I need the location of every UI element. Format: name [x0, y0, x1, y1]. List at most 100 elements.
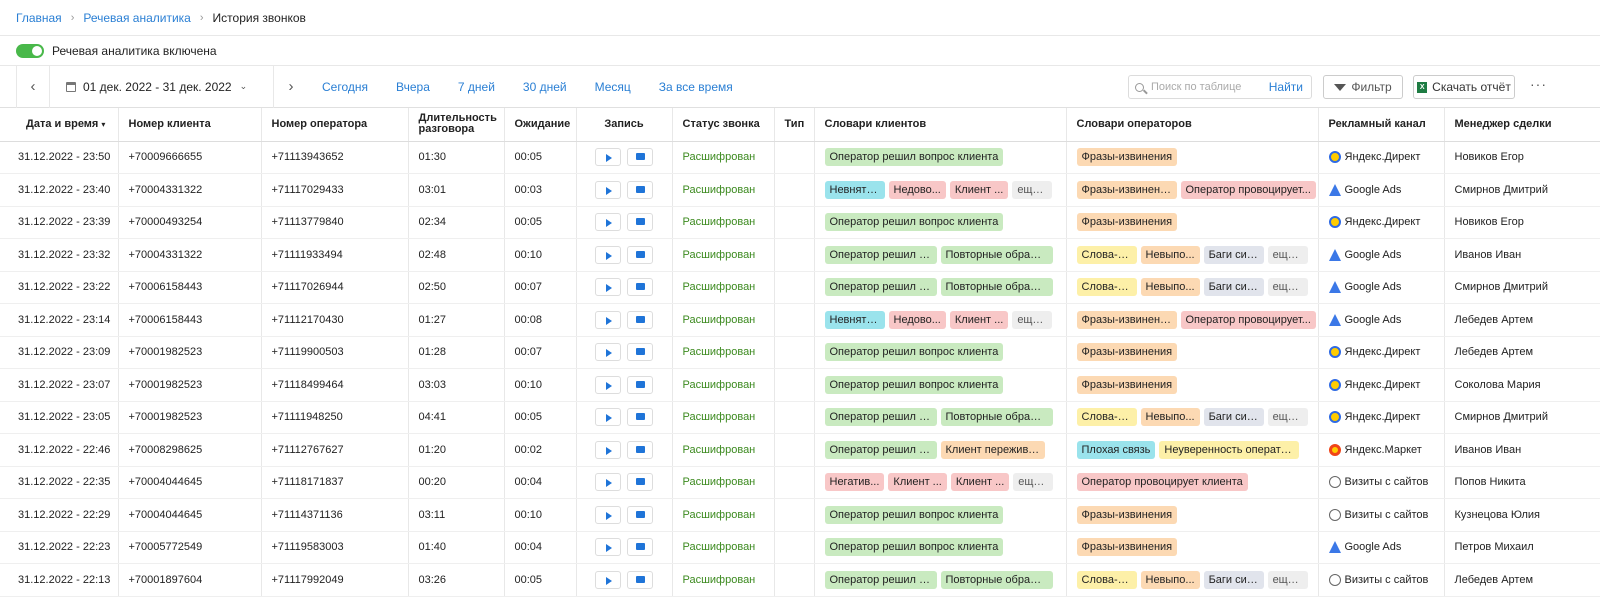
table-row[interactable]: 31.12.2022 - 23:14 +70006158443 +711121704…	[0, 303, 1600, 337]
transcript-icon[interactable]	[627, 180, 653, 199]
more-tags-badge[interactable]: еще 2	[1012, 180, 1053, 199]
search-input[interactable]: Поиск по таблице	[1151, 81, 1269, 93]
table-row[interactable]: 31.12.2022 - 23:39 +70000493254 +711137798…	[0, 206, 1600, 239]
client-tag[interactable]: Недово...	[888, 310, 946, 329]
client-tag[interactable]: Клиент переживает	[940, 440, 1045, 459]
breadcrumb-section-link[interactable]: Речевая аналитика	[83, 11, 191, 25]
client-tag[interactable]: Повторные обраще...	[940, 278, 1053, 297]
table-row[interactable]: 31.12.2022 - 22:46 +70008298625 +711127676…	[0, 433, 1600, 467]
client-tag[interactable]: Клиент ...	[949, 180, 1009, 199]
column-header-datetime[interactable]: Дата и время ▾	[0, 108, 119, 142]
prev-period-button[interactable]: ‹	[16, 65, 50, 108]
transcript-icon[interactable]	[627, 213, 653, 232]
client-tag[interactable]: Оператор решил вопрос клиента	[824, 213, 1004, 232]
client-tag[interactable]: Оператор решил вопрос клиента	[824, 375, 1004, 394]
transcript-icon[interactable]	[627, 538, 653, 557]
filter-button[interactable]: Фильтр	[1323, 75, 1403, 99]
operator-tag[interactable]: Слова-п...	[1076, 245, 1137, 264]
operator-tag[interactable]: Фразы-извинения	[1076, 538, 1178, 557]
transcript-icon[interactable]	[627, 505, 653, 524]
client-tag[interactable]: Оператор решил во...	[824, 278, 937, 297]
table-row[interactable]: 31.12.2022 - 23:40 +70004331322 +711170294…	[0, 173, 1600, 207]
client-tag[interactable]: Повторные обраще...	[940, 245, 1053, 264]
table-row[interactable]: 31.12.2022 - 23:07 +70001982523 +711184994…	[0, 368, 1600, 402]
play-icon[interactable]	[595, 440, 621, 459]
period-all-time[interactable]: За все время	[659, 80, 733, 94]
operator-tag[interactable]: Слова-п...	[1076, 278, 1137, 297]
operator-tag[interactable]: Невыпо...	[1140, 570, 1200, 589]
breadcrumb-home-link[interactable]: Главная	[16, 11, 62, 25]
operator-tag[interactable]: Фразы-извинения	[1076, 505, 1178, 524]
operator-tag[interactable]: Баги сис...	[1203, 278, 1264, 297]
play-icon[interactable]	[595, 570, 621, 589]
play-icon[interactable]	[595, 343, 621, 362]
client-tag[interactable]: Невнятн...	[824, 310, 885, 329]
column-header-type[interactable]: Тип	[774, 108, 815, 142]
operator-tag[interactable]: Фразы-извинения	[1076, 180, 1177, 199]
date-range-picker[interactable]: 01 дек. 2022 - 31 дек. 2022 ⌄	[50, 65, 274, 108]
client-tag[interactable]: Оператор решил вопрос клиента	[824, 343, 1004, 362]
operator-tag[interactable]: Неуверенность оператора	[1159, 440, 1300, 459]
more-tags-badge[interactable]: еще 2	[1267, 570, 1308, 589]
table-row[interactable]: 31.12.2022 - 23:09 +70001982523 +711199005…	[0, 336, 1600, 369]
operator-tag[interactable]: Баги сис...	[1203, 245, 1264, 264]
transcript-icon[interactable]	[627, 440, 653, 459]
transcript-icon[interactable]	[627, 245, 653, 264]
search-button[interactable]: Найти	[1269, 80, 1303, 94]
operator-tag[interactable]: Фразы-извинения	[1076, 375, 1178, 394]
transcript-icon[interactable]	[627, 278, 653, 297]
client-tag[interactable]: Оператор решил во...	[824, 570, 937, 589]
period-30-days[interactable]: 30 дней	[523, 80, 567, 94]
table-row[interactable]: 31.12.2022 - 22:13 +70001897604 +711179920…	[0, 563, 1600, 597]
more-tags-badge[interactable]: еще 2	[1267, 245, 1308, 264]
table-row[interactable]: 31.12.2022 - 23:22 +70006158443 +711170269…	[0, 271, 1600, 304]
operator-tag[interactable]: Слова-п...	[1076, 408, 1137, 427]
client-tag[interactable]: Оператор решил вопрос клиента	[824, 538, 1004, 557]
column-header-client-dictionaries[interactable]: Словари клиентов	[814, 108, 1067, 142]
play-icon[interactable]	[595, 278, 621, 297]
operator-tag[interactable]: Фразы-извинения	[1076, 213, 1178, 232]
analytics-toggle-switch[interactable]	[16, 43, 44, 58]
play-icon[interactable]	[595, 213, 621, 232]
period-month[interactable]: Месяц	[595, 80, 631, 94]
operator-tag[interactable]: Фразы-извинения	[1076, 310, 1177, 329]
client-tag[interactable]: Клиент ...	[949, 310, 1009, 329]
play-icon[interactable]	[595, 375, 621, 394]
transcript-icon[interactable]	[627, 375, 653, 394]
client-tag[interactable]: Клиент ...	[950, 473, 1010, 492]
more-tags-badge[interactable]: еще 2	[1267, 408, 1308, 427]
operator-tag[interactable]: Невыпо...	[1140, 408, 1200, 427]
play-icon[interactable]	[595, 408, 621, 427]
period-yesterday[interactable]: Вчера	[396, 80, 430, 94]
operator-tag[interactable]: Плохая связь	[1076, 440, 1156, 459]
more-tags-badge[interactable]: еще 3	[1013, 473, 1054, 492]
table-row[interactable]: 31.12.2022 - 23:32 +70004331322 +711119334…	[0, 238, 1600, 272]
column-header-operator-number[interactable]: Номер оператора	[261, 108, 409, 142]
client-tag[interactable]: Оператор решил вопрос клиента	[824, 148, 1004, 167]
operator-tag[interactable]: Фразы-извинения	[1076, 148, 1178, 167]
more-options-icon[interactable]: ···	[1530, 76, 1547, 92]
transcript-icon[interactable]	[627, 570, 653, 589]
client-tag[interactable]: Повторные обраще...	[940, 408, 1053, 427]
more-tags-badge[interactable]: еще 2	[1267, 278, 1308, 297]
play-icon[interactable]	[595, 473, 621, 492]
play-icon[interactable]	[595, 505, 621, 524]
period-7-days[interactable]: 7 дней	[458, 80, 495, 94]
table-row[interactable]: 31.12.2022 - 22:29 +70004044645 +711143711…	[0, 498, 1600, 532]
play-icon[interactable]	[595, 310, 621, 329]
client-tag[interactable]: Оператор решил воп...	[824, 440, 937, 459]
transcript-icon[interactable]	[627, 408, 653, 427]
operator-tag[interactable]: Оператор провоцирует...	[1180, 310, 1316, 329]
transcript-icon[interactable]	[627, 343, 653, 362]
operator-tag[interactable]: Оператор провоцирует клиента	[1076, 473, 1248, 492]
play-icon[interactable]	[595, 180, 621, 199]
operator-tag[interactable]: Фразы-извинения	[1076, 343, 1178, 362]
next-period-button[interactable]: ›	[274, 66, 308, 108]
client-tag[interactable]: Клиент ...	[888, 473, 947, 492]
operator-tag[interactable]: Баги сис...	[1203, 570, 1264, 589]
column-header-operator-dictionaries[interactable]: Словари операторов	[1066, 108, 1319, 142]
client-tag[interactable]: Невнятн...	[824, 180, 885, 199]
transcript-icon[interactable]	[627, 148, 653, 167]
column-header-duration[interactable]: Длительность разговора	[408, 108, 505, 142]
table-row[interactable]: 31.12.2022 - 23:05 +70001982523 +711119482…	[0, 401, 1600, 434]
